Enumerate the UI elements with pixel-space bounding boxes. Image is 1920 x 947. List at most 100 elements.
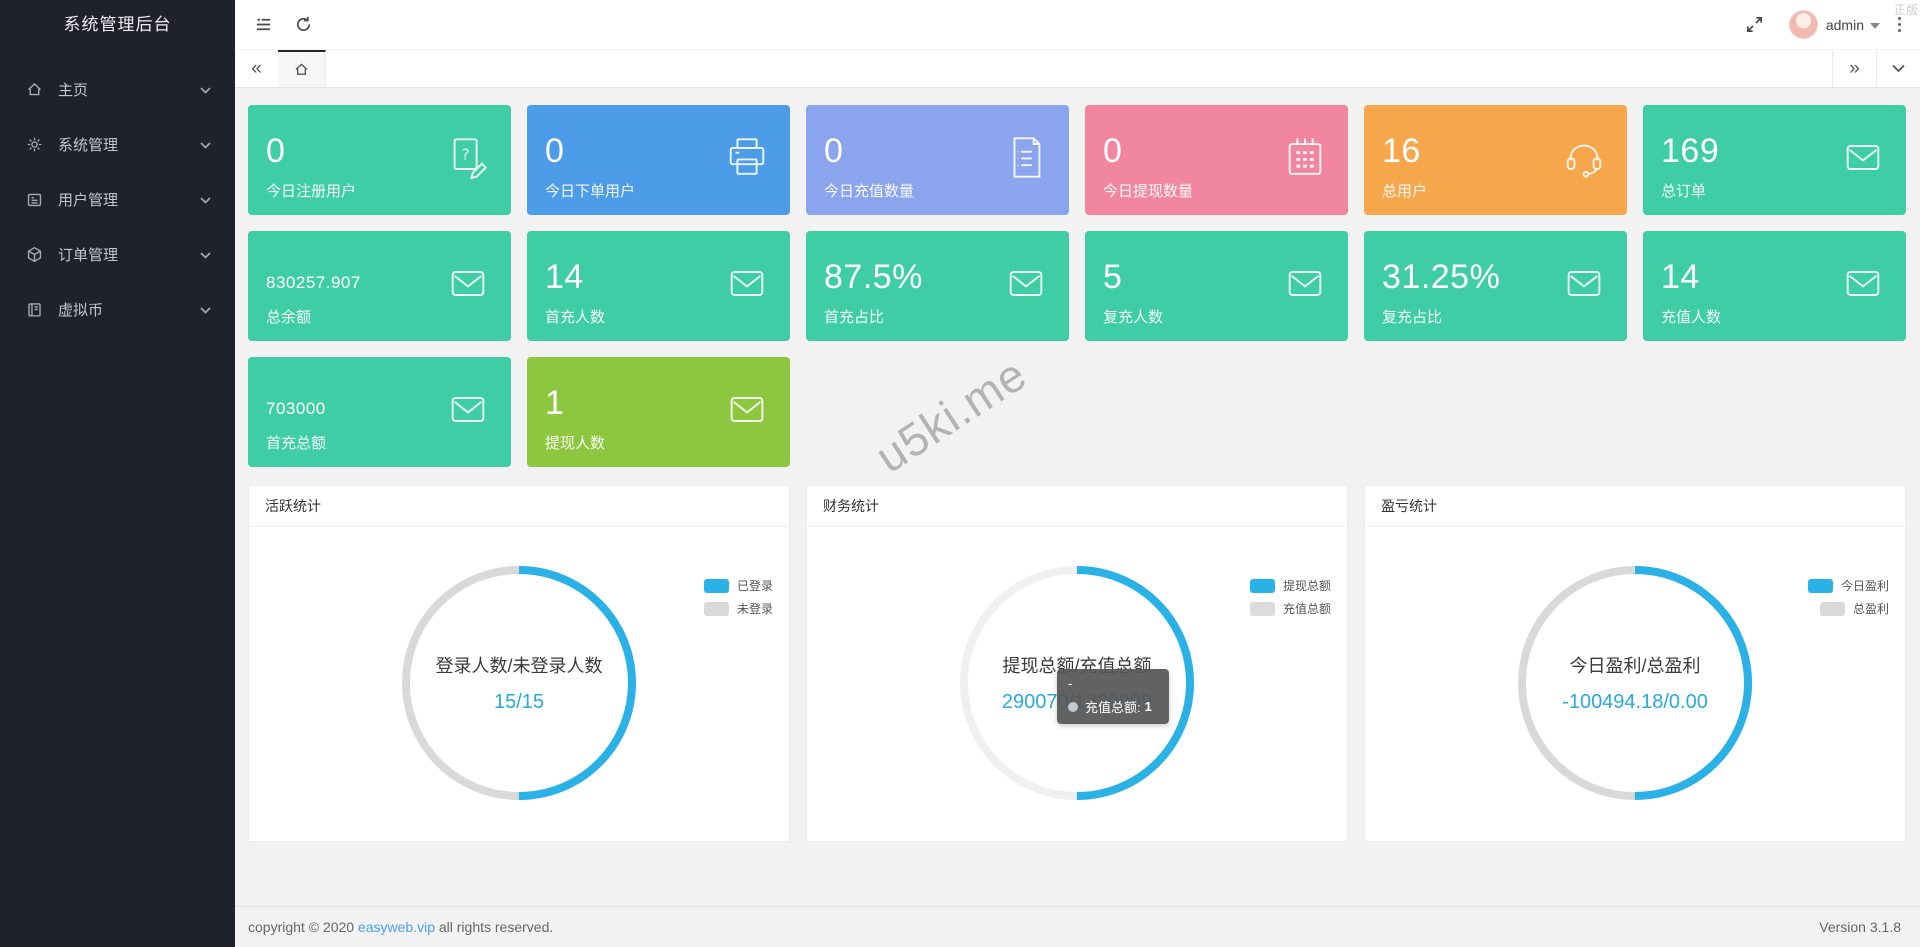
- copyright-text: copyright © 2020 easyweb.vip all rights …: [248, 919, 553, 935]
- envelope-icon: [445, 261, 491, 312]
- top-header: admin: [235, 0, 1920, 49]
- tooltip-series-dot: [1068, 702, 1078, 712]
- legend-item[interactable]: 未登录: [704, 600, 773, 617]
- version-text: Version 3.1.8: [1819, 919, 1901, 935]
- header-left-icons: [243, 0, 323, 49]
- svg-text:?: ?: [462, 145, 470, 163]
- home-icon: [26, 81, 43, 98]
- easyweb-link[interactable]: easyweb.vip: [358, 919, 435, 935]
- legend-item[interactable]: 总盈利: [1808, 600, 1889, 617]
- chart-panels: 活跃统计 已登录 未登录: [248, 485, 1906, 842]
- sidebar-item-label: 用户管理: [58, 189, 118, 210]
- app-title: 系统管理后台: [0, 0, 235, 50]
- chevron-down-icon: [200, 246, 211, 263]
- stat-card-repeat-recharge-users: 5 复充人数: [1085, 231, 1348, 341]
- envelope-icon: [1282, 261, 1328, 312]
- tabs-scroll-right-icon[interactable]: »: [1832, 50, 1876, 87]
- stat-card-repeat-recharge-ratio: 31.25% 复充占比: [1364, 231, 1627, 341]
- header-right: admin: [1735, 0, 1914, 49]
- chart-legend: 提现总额 充值总额: [1250, 577, 1331, 623]
- corner-watermark: 正版: [1894, 1, 1918, 18]
- envelope-icon: [724, 387, 770, 438]
- username[interactable]: admin: [1826, 17, 1864, 33]
- tabs-menu-icon[interactable]: [1876, 50, 1920, 87]
- main-area: admin 正版 « » 0 今日注册用户: [235, 0, 1920, 947]
- donut-center: 登录人数/未登录人数 15/15: [399, 563, 639, 803]
- tooltip-series-label: 充值总额:: [1085, 697, 1141, 716]
- panel-title: 财务统计: [807, 486, 1347, 527]
- legend-item[interactable]: 提现总额: [1250, 577, 1331, 594]
- sidebar-item-label: 虚拟币: [58, 299, 103, 320]
- calendar-icon: [1282, 135, 1328, 186]
- envelope-icon: [1840, 261, 1886, 312]
- panel-body: 已登录 未登录: [249, 563, 789, 878]
- id-card-icon: [26, 191, 43, 208]
- donut-chart: 登录人数/未登录人数 15/15: [399, 563, 639, 803]
- stat-card-recharge-users: 14 充值人数: [1643, 231, 1906, 341]
- legend-swatch: [1250, 579, 1275, 593]
- panel-body: 今日盈利 总盈利: [1365, 563, 1905, 878]
- refresh-icon[interactable]: [283, 0, 323, 49]
- stat-card-registered-today: 0 今日注册用户 ?: [248, 105, 511, 215]
- chevron-down-icon: [200, 191, 211, 208]
- legend-swatch: [1808, 579, 1833, 593]
- stat-card-total-balance: 830257.907 总余额: [248, 231, 511, 341]
- donut-center: 今日盈利/总盈利 -100494.18/0.00: [1515, 563, 1755, 803]
- tooltip-series-value: 1: [1145, 699, 1152, 714]
- panel-active-stats: 活跃统计 已登录 未登录: [248, 485, 790, 842]
- panel-profit-stats: 盈亏统计 今日盈利 总盈利: [1364, 485, 1906, 842]
- panel-finance-stats: 财务统计 提现总额 充值总额: [806, 485, 1348, 842]
- tab-home[interactable]: [278, 50, 326, 87]
- tab-bar: « »: [235, 49, 1920, 88]
- panel-title: 活跃统计: [249, 486, 789, 527]
- envelope-icon: [1003, 261, 1049, 312]
- envelope-icon: [1561, 261, 1607, 312]
- panel-body: 提现总额 充值总额: [807, 563, 1347, 878]
- sidebar-item-system[interactable]: 系统管理: [0, 117, 235, 172]
- document-list-icon: [1003, 135, 1049, 186]
- stat-card-withdraw-users: 1 提现人数: [527, 357, 790, 467]
- envelope-icon: [1840, 135, 1886, 186]
- collapse-menu-icon[interactable]: [243, 0, 283, 49]
- caret-down-icon[interactable]: [1870, 23, 1880, 29]
- gear-icon: [26, 136, 43, 153]
- legend-swatch: [704, 602, 729, 616]
- chevron-down-icon: [200, 136, 211, 153]
- chevron-down-icon: [200, 301, 211, 318]
- stat-card-recharge-today: 0 今日充值数量: [806, 105, 1069, 215]
- stat-card-first-recharge-total: 703000 首充总额: [248, 357, 511, 467]
- tab-bar-right: »: [1832, 50, 1920, 87]
- stat-card-orders-today: 0 今日下单用户: [527, 105, 790, 215]
- chart-legend: 已登录 未登录: [704, 577, 773, 623]
- book-icon: [26, 301, 43, 318]
- legend-swatch: [1250, 602, 1275, 616]
- footer: copyright © 2020 easyweb.vip all rights …: [235, 906, 1920, 947]
- stat-cards-grid: 0 今日注册用户 ? 0 今日下单用户 0 今日充值数量: [248, 105, 1906, 467]
- stat-card-first-recharge-users: 14 首充人数: [527, 231, 790, 341]
- stat-card-first-recharge-ratio: 87.5% 首充占比: [806, 231, 1069, 341]
- sidebar-item-home[interactable]: 主页: [0, 62, 235, 117]
- headset-icon: [1561, 135, 1607, 186]
- chevron-down-icon: [200, 81, 211, 98]
- user-avatar[interactable]: [1789, 10, 1818, 39]
- stat-card-total-users: 16 总用户: [1364, 105, 1627, 215]
- sidebar-item-label: 系统管理: [58, 134, 118, 155]
- sidebar-menu: 主页 系统管理 用户管理 订单管理 虚拟币: [0, 62, 235, 337]
- sidebar-item-orders[interactable]: 订单管理: [0, 227, 235, 282]
- sidebar-item-label: 订单管理: [58, 244, 118, 265]
- stat-card-total-orders: 169 总订单: [1643, 105, 1906, 215]
- sidebar-item-crypto[interactable]: 虚拟币: [0, 282, 235, 337]
- sidebar-item-users[interactable]: 用户管理: [0, 172, 235, 227]
- sidebar: 系统管理后台 主页 系统管理 用户管理 订单管理: [0, 0, 235, 947]
- legend-swatch: [704, 579, 729, 593]
- home-icon: [293, 61, 310, 78]
- form-question-icon: ?: [445, 135, 491, 186]
- legend-item[interactable]: 今日盈利: [1808, 577, 1889, 594]
- fullscreen-icon[interactable]: [1735, 0, 1775, 49]
- tabs-scroll-left-icon[interactable]: «: [235, 50, 278, 87]
- app-window: 系统管理后台 主页 系统管理 用户管理 订单管理: [0, 0, 1920, 947]
- legend-item[interactable]: 已登录: [704, 577, 773, 594]
- envelope-icon: [724, 261, 770, 312]
- envelope-icon: [445, 387, 491, 438]
- legend-item[interactable]: 充值总额: [1250, 600, 1331, 617]
